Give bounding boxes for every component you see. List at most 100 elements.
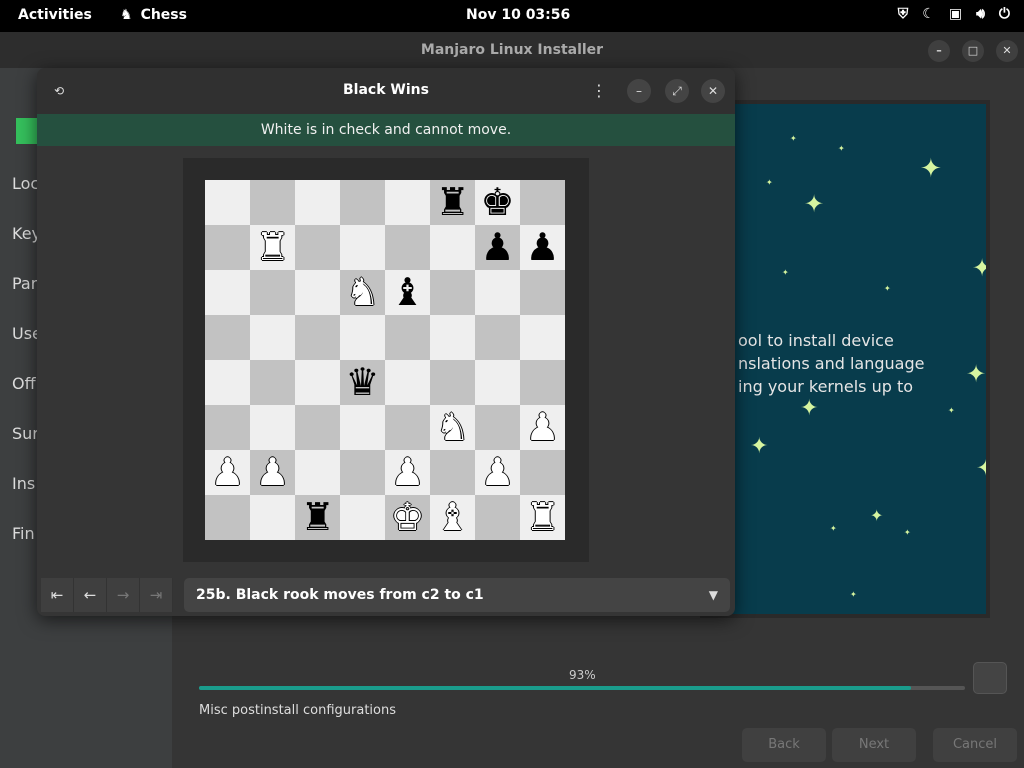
board-square[interactable]: ♞ [340,270,385,315]
board-square[interactable] [340,225,385,270]
board-square[interactable] [340,495,385,540]
white-pawn-icon[interactable]: ♟ [255,450,289,494]
board-square[interactable]: ♝ [430,495,475,540]
board-square[interactable] [520,450,565,495]
board-square[interactable] [340,450,385,495]
white-pawn-icon[interactable]: ♟ [480,450,514,494]
board-square[interactable] [295,360,340,405]
back-button[interactable]: Back [742,728,826,762]
white-knight-icon[interactable]: ♞ [435,405,469,449]
black-bishop-icon[interactable]: ♝ [390,270,424,314]
black-rook-icon[interactable]: ♜ [435,180,469,224]
board-square[interactable] [385,225,430,270]
board-square[interactable] [430,450,475,495]
black-pawn-icon[interactable]: ♟ [480,225,514,269]
board-square[interactable] [295,270,340,315]
board-square[interactable] [430,315,475,360]
board-square[interactable] [295,405,340,450]
app-menu[interactable]: ♞ Chess [120,7,187,23]
white-rook-icon[interactable]: ♜ [255,225,289,269]
next-button[interactable]: Next [832,728,916,762]
white-king-icon[interactable]: ♚ [390,495,424,539]
clock[interactable]: Nov 10 03:56 [466,7,570,23]
white-knight-icon[interactable]: ♞ [345,270,379,314]
board-square[interactable] [250,180,295,225]
board-square[interactable] [475,315,520,360]
previous-move-icon[interactable]: ← [74,578,107,612]
board-square[interactable] [295,450,340,495]
board-square[interactable]: ♟ [385,450,430,495]
board-square[interactable] [385,315,430,360]
board-square[interactable] [250,495,295,540]
board-square[interactable] [520,315,565,360]
board-square[interactable]: ♜ [520,495,565,540]
board-square[interactable] [385,405,430,450]
chess-board[interactable]: ♜ ♚ ♜ ♟ ♟ ♞ ♝ ♛ ♞ ♟ ♟ ♟ ♟ ♟ ♜ ♚ ♝ ♜ [205,180,565,540]
board-square[interactable] [385,180,430,225]
board-square[interactable]: ♚ [475,180,520,225]
board-square[interactable] [205,405,250,450]
board-square[interactable] [520,180,565,225]
board-square[interactable] [295,180,340,225]
white-pawn-icon[interactable]: ♟ [390,450,424,494]
board-square[interactable] [205,270,250,315]
board-square[interactable] [475,270,520,315]
board-square[interactable]: ♜ [250,225,295,270]
board-square[interactable]: ♟ [475,225,520,270]
board-square[interactable] [205,495,250,540]
board-square[interactable]: ♟ [475,450,520,495]
next-move-icon[interactable]: → [107,578,140,612]
close-icon[interactable]: ✕ [701,79,725,103]
board-square[interactable] [340,315,385,360]
first-move-icon[interactable]: ⇤ [41,578,74,612]
board-square[interactable] [250,360,295,405]
activities-button[interactable]: Activities [18,7,92,23]
maximize-icon[interactable]: □ [962,40,984,62]
board-square[interactable] [385,360,430,405]
board-square[interactable]: ♜ [295,495,340,540]
board-square[interactable]: ♞ [430,405,475,450]
move-history-dropdown[interactable]: 25b. Black rook moves from c2 to c1 ▼ [184,578,730,612]
black-king-icon[interactable]: ♚ [480,180,514,224]
board-square[interactable]: ♟ [205,450,250,495]
board-square[interactable]: ♝ [385,270,430,315]
board-square[interactable] [250,405,295,450]
white-bishop-icon[interactable]: ♝ [435,495,469,539]
board-square[interactable]: ♛ [340,360,385,405]
board-square[interactable] [205,225,250,270]
board-square[interactable] [430,360,475,405]
close-icon[interactable]: ✕ [996,40,1018,62]
board-square[interactable] [430,270,475,315]
board-square[interactable]: ♟ [520,405,565,450]
board-square[interactable] [475,495,520,540]
board-square[interactable] [295,225,340,270]
minimize-icon[interactable]: – [627,79,651,103]
board-square[interactable] [475,360,520,405]
board-square[interactable] [205,180,250,225]
black-rook-icon[interactable]: ♜ [300,495,334,539]
board-square[interactable]: ♟ [250,450,295,495]
board-square[interactable]: ♚ [385,495,430,540]
board-square[interactable] [205,315,250,360]
board-square[interactable] [340,180,385,225]
white-pawn-icon[interactable]: ♟ [210,450,244,494]
board-square[interactable] [475,405,520,450]
board-square[interactable] [340,405,385,450]
minimize-icon[interactable]: – [928,40,950,62]
board-square[interactable]: ♜ [430,180,475,225]
white-rook-icon[interactable]: ♜ [525,495,559,539]
menu-icon[interactable]: ⋮ [587,79,611,103]
board-square[interactable] [430,225,475,270]
board-square[interactable] [205,360,250,405]
maximize-icon[interactable]: ⤢ [665,79,689,103]
black-pawn-icon[interactable]: ♟ [525,225,559,269]
system-tray[interactable]: ⛨ ☾ ▣ 🔊︎ ⏻ [898,6,1010,22]
last-move-icon[interactable]: ⇥ [140,578,173,612]
board-square[interactable] [520,270,565,315]
board-square[interactable] [520,360,565,405]
board-square[interactable] [250,315,295,360]
toggle-log-button[interactable] [973,662,1007,694]
board-square[interactable] [295,315,340,360]
cancel-button[interactable]: Cancel [933,728,1017,762]
board-square[interactable] [250,270,295,315]
